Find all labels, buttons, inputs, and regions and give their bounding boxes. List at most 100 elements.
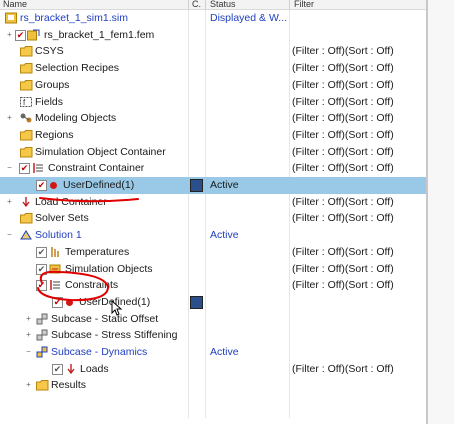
tree-row-subcase-dynamics[interactable]: − Subcase - Dynamics Active xyxy=(0,344,426,361)
folder-icon xyxy=(36,380,49,391)
status-text: Active xyxy=(210,179,239,191)
mouse-cursor-icon xyxy=(111,300,123,316)
tree-item-label: Results xyxy=(51,379,87,392)
tree-item-label: Temperatures xyxy=(65,245,130,258)
simulation-objects-icon xyxy=(49,264,61,273)
tree-row-simulation-object-container[interactable]: Simulation Object Container (Filter : Of… xyxy=(0,144,426,161)
tree-item-label: Subcase - Stress Stiffening xyxy=(51,329,178,342)
tree-item-label: Loads xyxy=(80,362,109,375)
filter-text: (Filter : Off)(Sort : Off) xyxy=(292,195,394,208)
tree-row-userdefined-constraint-selected[interactable]: ✔ UserDefined(1) Active xyxy=(0,177,426,194)
color-swatch[interactable] xyxy=(190,295,203,309)
filter-text: (Filter : Off)(Sort : Off) xyxy=(292,279,394,292)
subcase-icon xyxy=(36,329,48,341)
tree-row-csys[interactable]: CSYS (Filter : Off)(Sort : Off) xyxy=(0,43,426,60)
tree-row-temperatures[interactable]: ✔ Temperatures (Filter : Off)(Sort : Off… xyxy=(0,244,426,261)
filter-text: (Filter : Off)(Sort : Off) xyxy=(292,245,394,258)
visibility-checkbox[interactable]: ✔ xyxy=(52,296,63,308)
filter-text: (Filter : Off)(Sort : Off) xyxy=(292,362,394,375)
loads-icon xyxy=(67,363,75,374)
tree-row-selection-recipes[interactable]: Selection Recipes (Filter : Off)(Sort : … xyxy=(0,60,426,77)
expand-icon[interactable]: + xyxy=(6,114,13,122)
tree-row-load-container[interactable]: + Load Container (Filter : Off)(Sort : O… xyxy=(0,194,426,211)
side-pane xyxy=(428,0,454,424)
filter-text: (Filter : Off)(Sort : Off) xyxy=(292,62,394,75)
tree-item-label: Selection Recipes xyxy=(35,62,120,75)
visibility-checkbox[interactable]: ✔ xyxy=(15,29,26,41)
expand-icon[interactable]: + xyxy=(25,331,32,339)
expand-icon[interactable]: + xyxy=(25,381,32,389)
tree-row-fields[interactable]: f Fields (Filter : Off)(Sort : Off) xyxy=(0,94,426,111)
tree-item-label: rs_bracket_1_sim1.sim xyxy=(20,12,128,24)
tree-row-fem-file[interactable]: + ✔ rs_bracket_1_fem1.fem xyxy=(0,27,426,44)
load-container-icon xyxy=(22,196,30,207)
folder-icon xyxy=(20,79,33,91)
filter-text: (Filter : Off)(Sort : Off) xyxy=(292,45,394,58)
tree-item-label: Constraint Container xyxy=(48,162,145,175)
expand-icon[interactable]: + xyxy=(6,30,13,38)
filter-text: (Filter : Off)(Sort : Off) xyxy=(292,145,394,158)
tree-row-solver-sets[interactable]: Solver Sets (Filter : Off)(Sort : Off) xyxy=(0,210,426,227)
tree-item-label: Solver Sets xyxy=(35,212,89,225)
column-name-header[interactable]: Name xyxy=(3,0,27,9)
tree-row-loads[interactable]: ✔ Loads (Filter : Off)(Sort : Off) xyxy=(0,361,426,378)
tree-row-modeling-objects[interactable]: + Modeling Objects (Filter : Off)(Sort :… xyxy=(0,110,426,127)
filter-text: (Filter : Off)(Sort : Off) xyxy=(292,112,394,125)
tree-item-label: CSYS xyxy=(35,45,64,58)
column-filter-header[interactable]: Filter xyxy=(294,0,314,9)
tree-row-subcase-stress-stiffening[interactable]: + Subcase - Stress Stiffening xyxy=(0,327,426,344)
filter-text: (Filter : Off)(Sort : Off) xyxy=(292,128,394,141)
tree-row-results[interactable]: + Results xyxy=(0,377,426,394)
tree-row-userdefined-constraint[interactable]: ✔ UserDefined(1) xyxy=(0,294,426,311)
modeling-objects-icon xyxy=(20,113,32,123)
tree-row-constraints[interactable]: ✔ Constraints (Filter : Off)(Sort : Off) xyxy=(0,277,426,294)
visibility-checkbox[interactable]: ✔ xyxy=(36,280,47,292)
folder-icon xyxy=(20,46,33,57)
folder-icon xyxy=(20,63,33,74)
tree-item-label: Load Container xyxy=(35,195,107,208)
filter-text: (Filter : Off)(Sort : Off) xyxy=(292,95,394,108)
color-swatch[interactable] xyxy=(190,179,203,192)
solution-icon xyxy=(20,230,32,240)
subcase-icon xyxy=(36,313,48,325)
tree-row-regions[interactable]: Regions (Filter : Off)(Sort : Off) xyxy=(0,127,426,144)
tree-item-label: rs_bracket_1_fem1.fem xyxy=(44,28,155,41)
temperatures-icon xyxy=(51,246,59,257)
tree-item-label: Subcase - Static Offset xyxy=(51,312,159,325)
status-text: Active xyxy=(210,346,239,358)
tree-row-simulation-objects[interactable]: ✔ Simulation Objects (Filter : Off)(Sort… xyxy=(0,261,426,278)
constraints-icon xyxy=(50,280,60,291)
tree-item-label: Simulation Objects xyxy=(65,262,153,275)
collapse-icon[interactable]: − xyxy=(25,348,32,356)
collapse-icon[interactable]: − xyxy=(6,164,13,172)
constraint-container-icon xyxy=(33,163,43,174)
tree-item-label: Modeling Objects xyxy=(35,112,117,125)
tree-item-label: Regions xyxy=(35,128,74,141)
visibility-checkbox[interactable]: ✔ xyxy=(36,263,47,275)
subcase-icon xyxy=(36,346,48,358)
expand-icon[interactable]: + xyxy=(25,314,32,322)
tree-row-groups[interactable]: Groups (Filter : Off)(Sort : Off) xyxy=(0,77,426,94)
tree-row-sim-file[interactable]: rs_bracket_1_sim1.sim Displayed & W... xyxy=(0,10,426,27)
svg-text:f: f xyxy=(23,98,26,107)
visibility-checkbox[interactable]: ✔ xyxy=(36,246,47,258)
tree-row-solution-1[interactable]: − Solution 1 Active xyxy=(0,227,426,244)
column-status-header[interactable]: Status xyxy=(210,0,236,9)
folder-icon xyxy=(20,129,33,141)
collapse-icon[interactable]: − xyxy=(6,231,13,239)
visibility-checkbox[interactable]: ✔ xyxy=(19,163,30,175)
visibility-checkbox[interactable]: ✔ xyxy=(36,180,47,191)
tree-row-subcase-static-offset[interactable]: + Subcase - Static Offset xyxy=(0,311,426,328)
expand-icon[interactable]: + xyxy=(6,197,13,205)
fields-icon: f xyxy=(20,96,32,107)
status-text: Active xyxy=(210,229,239,242)
visibility-checkbox[interactable]: ✔ xyxy=(52,363,63,375)
folder-icon xyxy=(20,213,33,224)
column-c-header[interactable]: C. xyxy=(192,0,201,9)
sim-file-icon xyxy=(5,12,17,24)
tree-item-label: Solution 1 xyxy=(35,229,82,242)
tree-item-label: Groups xyxy=(35,78,70,91)
tree-row-constraint-container[interactable]: − ✔ Constraint Container (Filter : Off)(… xyxy=(0,160,426,177)
fem-file-icon xyxy=(27,29,40,41)
tree-item-label: Simulation Object Container xyxy=(35,145,166,158)
